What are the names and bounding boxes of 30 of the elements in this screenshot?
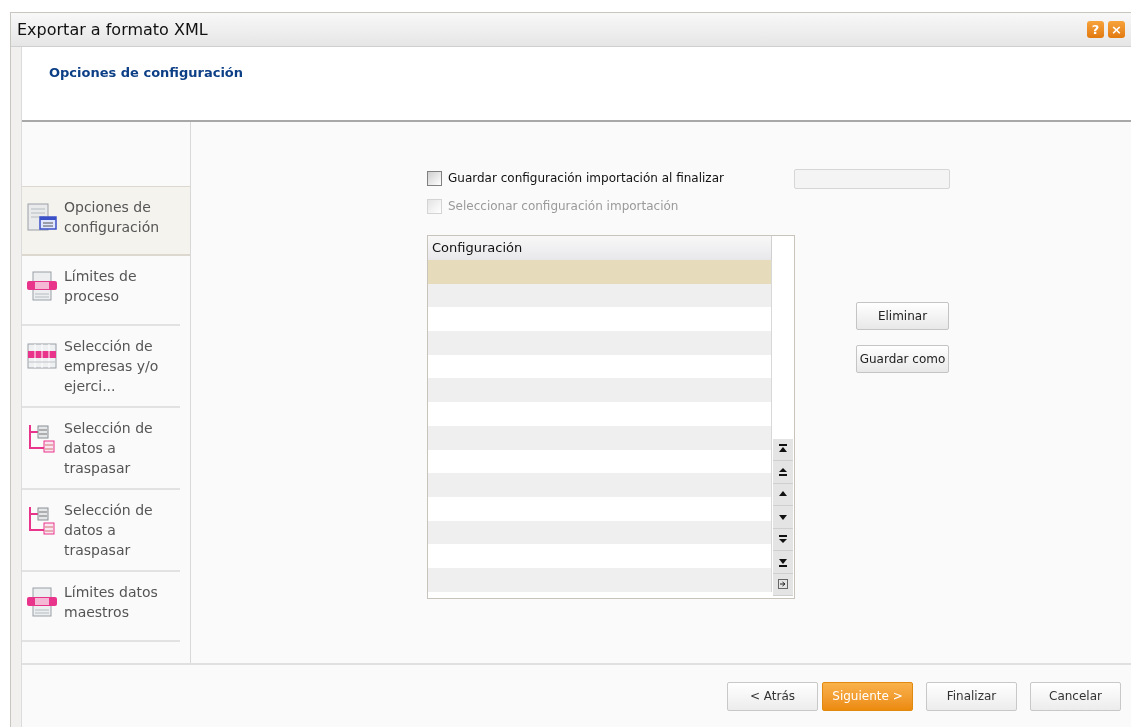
back-button[interactable]: < Atrás	[727, 681, 818, 711]
table-row[interactable]	[428, 331, 772, 355]
save-as-button[interactable]: Guardar como	[856, 345, 949, 373]
checkbox-label: Seleccionar configuración importación	[448, 198, 679, 215]
table-row[interactable]	[428, 520, 772, 545]
name-field[interactable]	[794, 169, 950, 189]
page-up-icon[interactable]	[777, 465, 789, 478]
table-row[interactable]	[428, 473, 772, 497]
tree-icon	[26, 504, 58, 536]
document-band-icon	[26, 586, 58, 618]
cancel-button[interactable]: Cancelar	[1030, 681, 1121, 711]
checkbox[interactable]	[427, 170, 442, 186]
table-row[interactable]	[428, 425, 772, 450]
page-heading: Opciones de configuración	[49, 65, 244, 80]
table-row[interactable]	[428, 283, 772, 308]
export-icon[interactable]	[777, 578, 789, 591]
grid-icon	[26, 340, 58, 372]
delete-button[interactable]: Eliminar	[856, 302, 949, 330]
finish-button[interactable]: Finalizar	[926, 681, 1017, 711]
table-row[interactable]	[428, 378, 772, 403]
checkbox-label: Guardar configuración importación al finalizar	[448, 170, 724, 187]
column-header: Configuración	[428, 236, 772, 260]
table-row[interactable]	[428, 260, 772, 284]
form-icon	[26, 201, 58, 233]
window-title: Exportar a formato XML	[17, 18, 208, 41]
page-down-icon[interactable]	[777, 533, 789, 546]
tree-icon	[26, 422, 58, 454]
document-band-icon	[26, 270, 58, 302]
table-row[interactable]	[428, 567, 772, 592]
sidebar-item[interactable]: Opciones de configuración	[22, 186, 190, 256]
